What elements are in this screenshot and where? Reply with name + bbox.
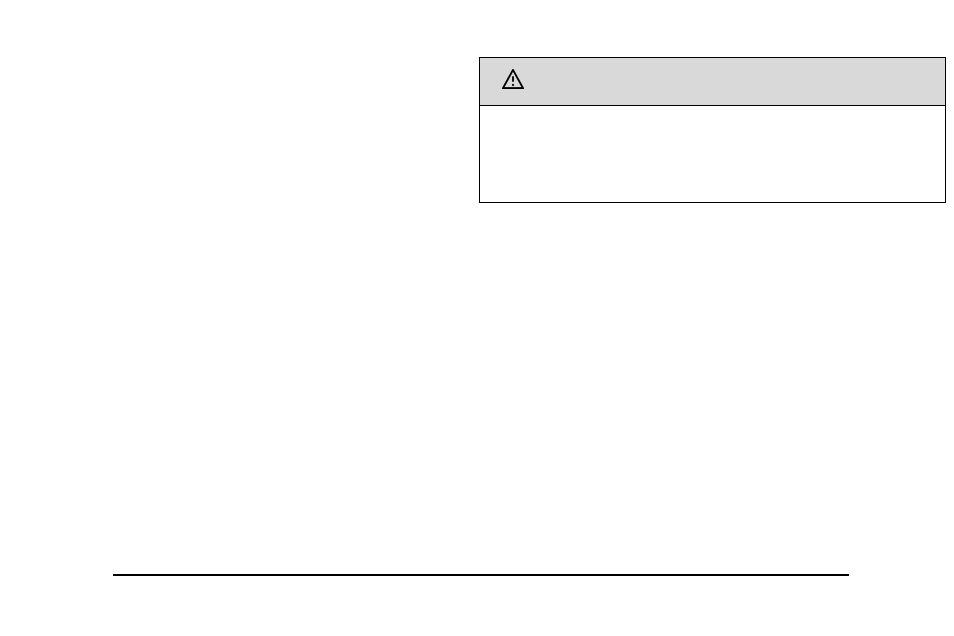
warning-triangle-icon bbox=[502, 69, 524, 94]
footer-divider bbox=[113, 574, 849, 576]
caution-box bbox=[479, 57, 946, 203]
caution-header bbox=[480, 58, 945, 106]
caution-body bbox=[480, 106, 945, 202]
